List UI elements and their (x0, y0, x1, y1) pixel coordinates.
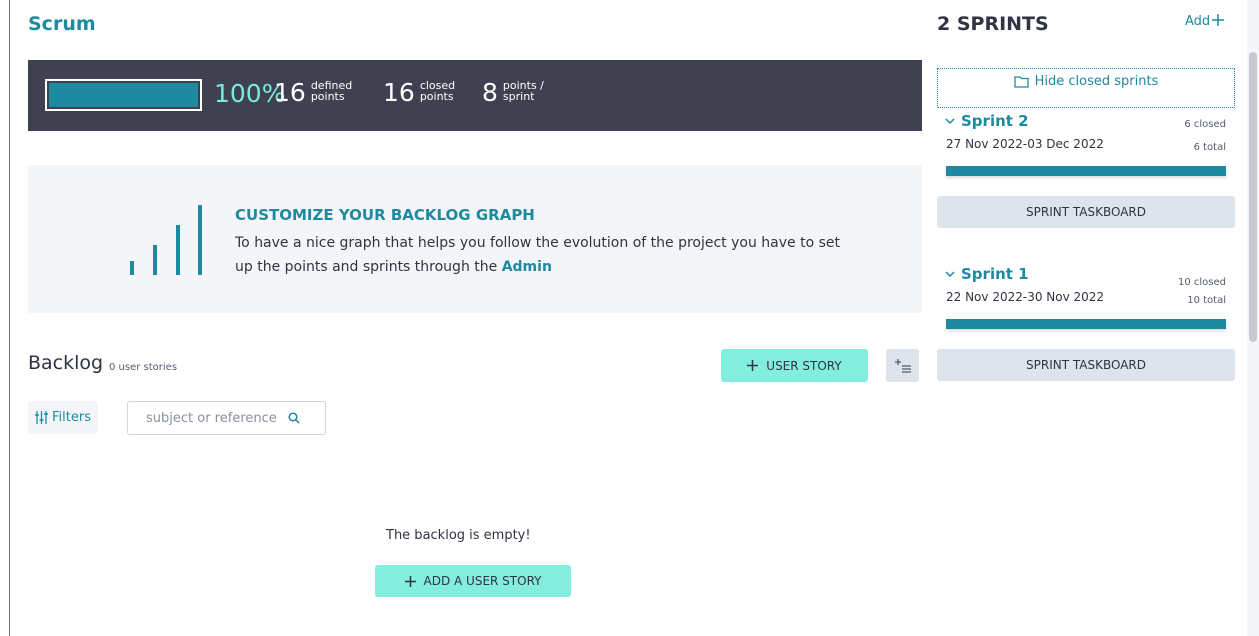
bulk-add-icon (894, 358, 911, 373)
plus-icon (1212, 14, 1225, 26)
sprint-progress-bar (946, 319, 1226, 329)
scrollbar-thumb[interactable] (1249, 52, 1257, 342)
plus-icon (404, 575, 416, 587)
defined-points-unit: points (310, 89, 345, 103)
filters-button[interactable]: Filters (28, 401, 98, 434)
closed-points-value: 16 (383, 78, 415, 107)
graph-panel-title: CUSTOMIZE YOUR BACKLOG GRAPH (235, 206, 535, 224)
defined-points-value: 16 (274, 78, 306, 107)
sprint-total-count: 6 total (1193, 142, 1226, 153)
search-icon[interactable] (288, 412, 300, 424)
graph-panel-text: To have a nice graph that helps you foll… (235, 235, 840, 275)
search-box (127, 401, 326, 435)
sprint-name: Sprint 2 (961, 112, 1029, 130)
sprint-header[interactable]: Sprint 2 (945, 112, 1029, 130)
sprints-sidebar: 2 SPRINTS Add Hide closed sprints Sprint… (937, 0, 1235, 636)
sprint-progress-fill (946, 166, 1226, 176)
sprint-progress-fill (946, 319, 1226, 329)
points-per-sprint-value: 8 (482, 78, 498, 107)
chevron-down-icon (945, 271, 955, 277)
folder-icon (1013, 76, 1029, 88)
sprint-closed-count: 10 closed (1177, 277, 1226, 288)
sprint-taskboard-button[interactable]: SPRINT TASKBOARD (937, 349, 1235, 381)
sprint-total-count: 10 total (1187, 295, 1226, 306)
closed-points-stat: 16 closed points (383, 78, 455, 107)
backlog-count: 0 user stories (109, 362, 178, 373)
bulk-add-button[interactable] (886, 349, 919, 382)
sprint-header[interactable]: Sprint 1 (945, 265, 1029, 283)
chevron-down-icon (945, 118, 955, 124)
page-title: Scrum (28, 13, 96, 35)
left-divider (9, 0, 10, 636)
defined-points-stat: 16 defined points (274, 78, 352, 107)
bar-chart-icon (130, 205, 202, 275)
points-per-sprint-stat: 8 points / sprint (482, 78, 544, 107)
sprints-title: 2 SPRINTS (937, 13, 1049, 35)
empty-backlog-message: The backlog is empty! (386, 528, 531, 543)
add-sprint-link[interactable]: Add (1185, 14, 1225, 29)
hide-closed-sprints-toggle[interactable]: Hide closed sprints (937, 68, 1235, 108)
add-a-user-story-button[interactable]: ADD A USER STORY (375, 565, 571, 597)
plus-icon (747, 360, 759, 371)
project-progress-bar (45, 79, 202, 111)
sprint-taskboard-button[interactable]: SPRINT TASKBOARD (937, 196, 1235, 228)
backlog-graph-placeholder: CUSTOMIZE YOUR BACKLOG GRAPH To have a n… (28, 165, 922, 313)
admin-link[interactable]: Admin (502, 259, 552, 275)
add-user-story-button[interactable]: USER STORY (721, 349, 868, 382)
summary-bar: 100% 16 defined points 16 closed points … (28, 60, 922, 131)
search-input[interactable] (146, 410, 278, 426)
sprint-name: Sprint 1 (961, 265, 1029, 283)
sprint-dates: 22 Nov 2022-30 Nov 2022 (946, 290, 1105, 304)
backlog-title: Backlog (28, 352, 104, 374)
closed-points-unit: points (419, 89, 454, 103)
points-per-sprint-unit: sprint (502, 89, 535, 103)
sprint-closed-count: 6 closed (1184, 119, 1226, 130)
project-progress-fill (49, 83, 198, 107)
sliders-icon (35, 411, 48, 424)
sprint-progress-bar (946, 166, 1226, 176)
backlog-main: Scrum 100% 16 defined points 16 closed p… (28, 0, 922, 636)
sprint-dates: 27 Nov 2022-03 Dec 2022 (946, 137, 1104, 151)
